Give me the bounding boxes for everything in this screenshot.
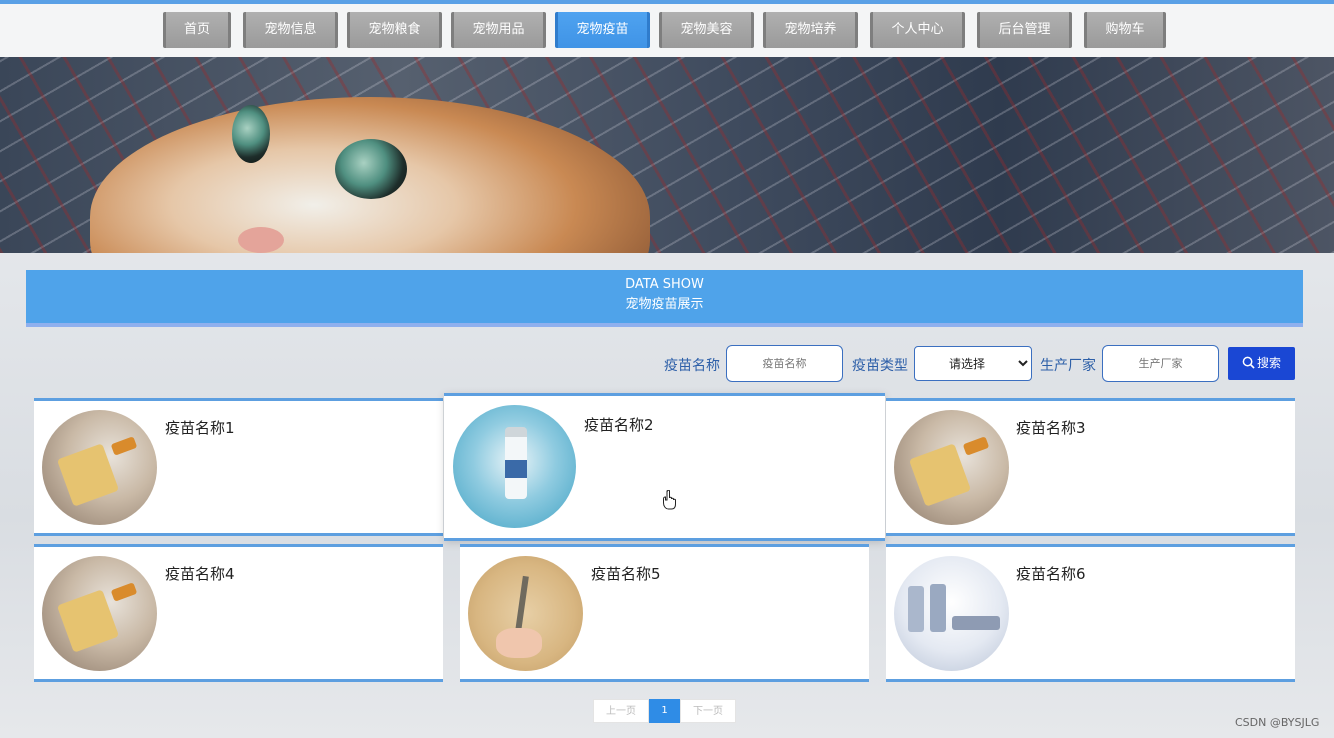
nav-user-center[interactable]: 个人中心 — [870, 12, 965, 48]
vaccine-thumb-yellow-vial — [894, 410, 1009, 525]
glass-vial-shape — [930, 584, 946, 632]
nav-home[interactable]: 首页 — [163, 12, 231, 48]
nav-pet-training[interactable]: 宠物培养 — [763, 12, 858, 48]
vaccine-thumb-yellow-vial — [42, 556, 157, 671]
nav-pet-grooming[interactable]: 宠物美容 — [659, 12, 754, 48]
next-page-button[interactable]: 下一页 — [680, 699, 736, 723]
vial-cap-shape — [962, 436, 990, 456]
prev-page-button[interactable]: 上一页 — [593, 699, 649, 723]
watermark: CSDN @BYSJLG — [1235, 716, 1320, 729]
panel-title-cn: 宠物疫苗展示 — [625, 297, 704, 312]
vial-label-shape — [56, 589, 120, 653]
vaccine-card-3[interactable]: 疫苗名称3 — [886, 398, 1295, 536]
vaccine-name-input[interactable] — [726, 345, 843, 382]
vaccine-thumb-hand-syringe — [468, 556, 583, 671]
vial-cap-shape — [110, 436, 138, 456]
nav-pet-info[interactable]: 宠物信息 — [243, 12, 338, 48]
vaccine-card-1[interactable]: 疫苗名称1 — [34, 398, 443, 536]
vial-label-shape — [505, 460, 527, 478]
vaccine-thumb-blue-vial — [453, 405, 576, 528]
vaccine-name[interactable]: 疫苗名称2 — [584, 414, 654, 435]
vaccine-thumb-yellow-vial — [42, 410, 157, 525]
banner-cat-nose — [238, 227, 284, 253]
glass-vial-shape — [952, 616, 1000, 630]
vaccine-card-5[interactable]: 疫苗名称5 — [460, 544, 869, 682]
vaccine-name[interactable]: 疫苗名称5 — [591, 563, 661, 584]
hero-banner-image — [0, 57, 1334, 253]
top-navigation: 首页 宠物信息 宠物粮食 宠物用品 宠物疫苗 宠物美容 宠物培养 个人中心 后台… — [0, 4, 1334, 57]
vaccine-card-4[interactable]: 疫苗名称4 — [34, 544, 443, 682]
banner-cat-eye-right — [335, 139, 407, 199]
vaccine-type-select[interactable]: 请选择 — [914, 346, 1032, 381]
vaccine-name[interactable]: 疫苗名称6 — [1016, 563, 1086, 584]
search-button[interactable]: 搜索 — [1228, 347, 1295, 380]
vaccine-name-label: 疫苗名称 — [664, 358, 720, 374]
vaccine-name[interactable]: 疫苗名称3 — [1016, 417, 1086, 438]
hand-cursor-icon — [663, 490, 676, 510]
hand-shape — [496, 628, 542, 658]
banner-cat-eye-left — [232, 105, 270, 163]
glass-vial-shape — [908, 586, 924, 632]
manufacturer-label: 生产厂家 — [1040, 358, 1096, 374]
vial-label-shape — [56, 443, 120, 507]
nav-pet-supplies[interactable]: 宠物用品 — [451, 12, 546, 48]
vial-label-shape — [908, 443, 972, 507]
vaccine-name[interactable]: 疫苗名称4 — [165, 563, 235, 584]
vaccine-type-label: 疫苗类型 — [852, 358, 908, 374]
data-show-header: DATA SHOW 宠物疫苗展示 — [26, 270, 1303, 327]
search-button-label: 搜索 — [1256, 356, 1281, 370]
panel-title-en: DATA SHOW — [625, 277, 704, 292]
manufacturer-input[interactable] — [1102, 345, 1219, 382]
vial-cap-shape — [110, 582, 138, 602]
vaccine-card-2[interactable]: 疫苗名称2 — [444, 393, 885, 541]
vaccine-card-6[interactable]: 疫苗名称6 — [886, 544, 1295, 682]
vaccine-name[interactable]: 疫苗名称1 — [165, 417, 235, 438]
nav-cart[interactable]: 购物车 — [1084, 12, 1166, 48]
nav-pet-vaccine[interactable]: 宠物疫苗 — [555, 12, 650, 48]
vaccine-thumb-glass-vials — [894, 556, 1009, 671]
page-number-current[interactable]: 1 — [649, 699, 680, 723]
nav-admin[interactable]: 后台管理 — [977, 12, 1072, 48]
search-icon — [1242, 356, 1255, 369]
nav-pet-food[interactable]: 宠物粮食 — [347, 12, 442, 48]
